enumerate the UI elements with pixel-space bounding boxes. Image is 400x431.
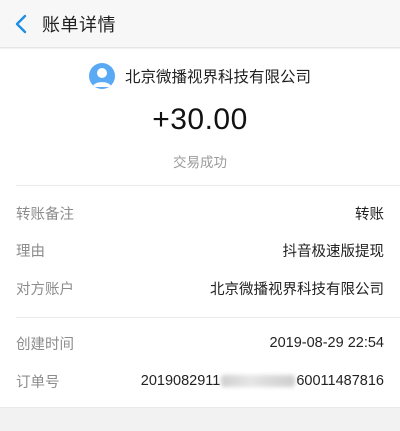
detail-row-counterparty: 对方账户 北京微播视界科技有限公司 bbox=[16, 276, 384, 300]
order-number-label: 订单号 bbox=[16, 374, 60, 391]
bill-detail-card: 北京微播视界科技有限公司 +30.00 交易成功 转账备注 转账 理由 抖音极速… bbox=[0, 49, 400, 407]
created-time-label: 创建时间 bbox=[16, 336, 74, 353]
merchant-name: 北京微播视界科技有限公司 bbox=[124, 68, 311, 86]
divider bbox=[16, 185, 400, 186]
merchant-row: 北京微播视界科技有限公司 bbox=[0, 61, 400, 91]
merchant-avatar bbox=[88, 63, 115, 89]
transaction-status: 交易成功 bbox=[173, 155, 227, 171]
detail-label: 转账备注 bbox=[16, 206, 74, 223]
detail-value: 北京微播视界科技有限公司 bbox=[210, 281, 384, 298]
detail-row-order-number: 订单号 2019082911 60011487816 bbox=[16, 369, 384, 393]
divider bbox=[16, 317, 400, 318]
created-time-value: 2019-08-29 22:54 bbox=[269, 335, 385, 351]
detail-row-reason: 理由 抖音极速版提现 bbox=[16, 238, 384, 262]
order-number-value[interactable]: 2019082911 60011487816 bbox=[141, 373, 384, 389]
bottom-band bbox=[0, 407, 400, 431]
detail-label: 对方账户 bbox=[16, 281, 74, 298]
detail-label: 理由 bbox=[16, 243, 45, 260]
order-number-suffix: 60011487816 bbox=[296, 373, 384, 389]
order-number-prefix: 2019082911 bbox=[140, 373, 221, 389]
detail-row-created-time: 创建时间 2019-08-29 22:54 bbox=[16, 331, 384, 355]
page-title: 账单详情 bbox=[42, 14, 116, 36]
detail-value: 转账 bbox=[355, 206, 384, 223]
back-button[interactable] bbox=[0, 0, 42, 48]
chevron-left-icon bbox=[15, 14, 27, 33]
transaction-amount: +30.00 bbox=[152, 103, 248, 136]
user-icon bbox=[92, 68, 112, 87]
redacted-segment bbox=[221, 375, 296, 388]
app-header: 账单详情 bbox=[0, 0, 400, 48]
detail-row-remark: 转账备注 转账 bbox=[16, 201, 384, 225]
detail-value: 抖音极速版提现 bbox=[282, 243, 385, 260]
